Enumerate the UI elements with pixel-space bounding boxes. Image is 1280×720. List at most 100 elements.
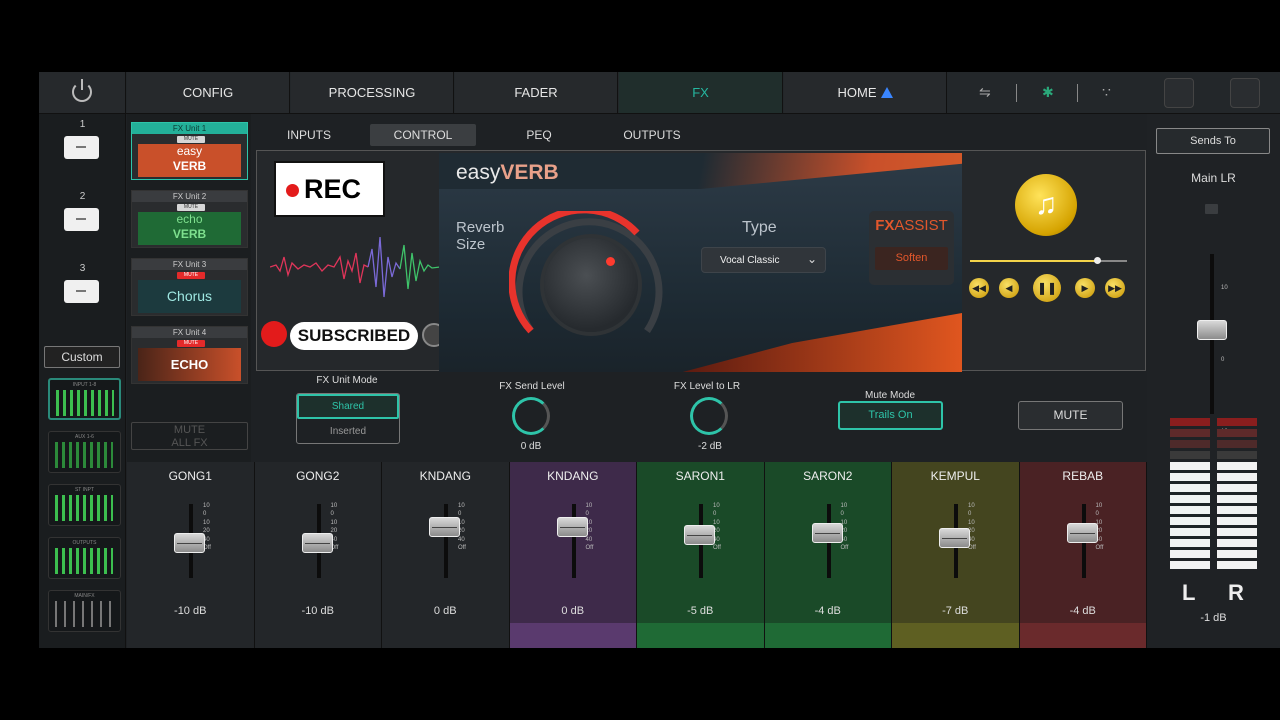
fx-unit-2[interactable]: FX Unit 2 MUTE echo VERB [131,190,248,248]
layer-thumb-aux[interactable]: AUX 1-6 [48,431,121,473]
custom-button[interactable]: Custom [44,346,120,368]
tab-config[interactable]: CONFIG [127,72,290,113]
meter-segment [1170,440,1210,448]
tab-fx[interactable]: FX [619,72,783,113]
channel-db: 0 dB [561,605,585,617]
bank-3-button[interactable] [64,280,99,303]
layer-thumb-stinput[interactable]: ST INPT [48,484,121,526]
scale-tick: 10 [968,503,975,509]
reverb-size-knob[interactable] [544,238,638,332]
fader-handle[interactable] [174,533,205,553]
type-value: Vocal Classic [720,255,780,266]
bank-2-button[interactable] [64,208,99,231]
fader-handle[interactable] [301,533,333,553]
subtab-outputs[interactable]: OUTPUTS [617,124,687,146]
channel-db: -7 dB [942,605,969,617]
subtab-inputs[interactable]: INPUTS [277,124,341,146]
channel-name: REBAB [1062,469,1104,483]
fx-send-level-dial[interactable] [512,397,550,435]
wifi-icon[interactable]: ∵ [1102,84,1111,101]
usb-icon[interactable]: ⇋ [979,84,991,101]
subtab-control[interactable]: CONTROL [370,124,476,146]
fast-forward-icon[interactable]: ▶▶ [1105,278,1125,298]
pause-icon[interactable]: ❚❚ [1033,274,1061,302]
subscribed-badge[interactable]: SUBSCRIBED [290,322,418,350]
bank-3-label: 3 [79,263,86,274]
fx-level-lr-dial[interactable] [690,397,728,435]
fx-unit-mute[interactable]: MUTE [177,136,205,143]
meter-segment [1217,539,1257,547]
mode-shared-button[interactable]: Shared [297,394,399,419]
playback-progress[interactable] [970,257,1127,264]
folder-icon[interactable] [1230,78,1260,108]
meter-segment [1170,550,1210,558]
play-icon[interactable]: ▶ [1075,278,1095,298]
scale-tick: 0 [203,511,207,518]
fx-unit-1[interactable]: FX Unit 1 MUTE easy VERB [131,122,248,180]
layer-thumb-main[interactable]: MAIN/FX [48,590,121,632]
assist-title-a: FX [875,217,895,234]
channel-strip: KNDANG 10 0 10 20 40 Off 0 dB [509,462,637,648]
fader-track [571,504,576,578]
scale-tick: 10 [585,503,593,509]
main-lr-db: -1 dB [1200,612,1227,624]
type-dropdown[interactable]: Vocal Classic ⌄ [701,247,826,273]
mute-all-fx-button[interactable]: MUTE ALL FX [131,422,248,450]
trails-on-button[interactable]: Trails On [838,401,943,430]
bank-2-label: 2 [79,191,86,202]
fx-mute-button[interactable]: MUTE [1018,401,1123,430]
fx-send-level-value: 0 dB [520,441,542,452]
channel-db: 0 dB [433,605,457,617]
scale-tick: Off [1095,545,1104,552]
channel-name: GONG1 [168,469,212,483]
tab-fader[interactable]: FADER [455,72,618,113]
fader-handle[interactable] [1066,523,1098,544]
scale-tick: 10 [330,503,338,509]
art-line-2: VERB [172,227,207,241]
mute-all-line-1: MUTE [173,424,206,436]
menu-icon[interactable] [1164,78,1194,108]
layer-thumb-label: ST INPT [74,487,95,493]
sends-to-button[interactable]: Sends To [1156,128,1270,154]
fader-handle[interactable] [811,523,843,544]
layer-thumb-outputs[interactable]: OUTPUTS [48,537,121,579]
fast-rewind-icon[interactable]: ◀◀ [969,278,989,298]
scale-tick: 40 [458,536,465,543]
fx-assist-panel: FXASSIST Soften [869,211,954,285]
lock-icon[interactable] [1205,204,1218,214]
master-section: Sends To Main LR 10 0 10 L R -1 dB [1147,114,1280,648]
fader-handle[interactable] [939,528,970,549]
fader-handle[interactable] [556,517,588,537]
fx-unit-mute[interactable]: MUTE [177,204,205,211]
layer-thumb-inputs[interactable]: INPUT 1-8 [48,378,121,420]
soften-button[interactable]: Soften [875,247,948,270]
waveform-graphic [270,236,440,298]
fader-handle[interactable] [684,525,715,545]
main-fader-handle[interactable] [1197,320,1227,340]
fx-unit-mute[interactable]: MUTE [177,340,205,347]
subtab-peq[interactable]: PEQ [514,124,564,146]
rewind-icon[interactable]: ◀ [999,278,1019,298]
tab-processing[interactable]: PROCESSING [291,72,454,113]
mode-inserted-button[interactable]: Inserted [297,419,399,444]
fx-unit-mute[interactable]: MUTE [177,272,205,279]
fx-unit-mode-selector: Shared Inserted [296,393,400,444]
scale-tick: 10 [713,503,720,509]
fx-unit-4[interactable]: FX Unit 4 MUTE ECHO [131,326,248,384]
fx-unit-3[interactable]: FX Unit 3 MUTE Chorus [131,258,248,316]
power-button[interactable] [39,72,126,113]
fader-handle[interactable] [429,517,460,537]
channel-name: SARON1 [675,469,725,483]
meter-segment [1217,506,1257,514]
bluetooth-icon[interactable]: ✱ [1042,84,1054,101]
tab-home[interactable]: HOME [784,72,947,113]
scale-tick: 0 [968,511,972,518]
meter-segment [1217,418,1257,426]
echoverb-art: echo VERB [138,212,241,245]
meter-segment [1217,528,1257,536]
meter-segment [1170,484,1210,492]
meter-segment [1170,462,1210,470]
fx-unit-title: FX Unit 3 [132,259,247,270]
top-nav: CONFIG PROCESSING FADER FX HOME ⇋ ✱ ∵ [39,72,1280,114]
bank-1-button[interactable] [64,136,99,159]
